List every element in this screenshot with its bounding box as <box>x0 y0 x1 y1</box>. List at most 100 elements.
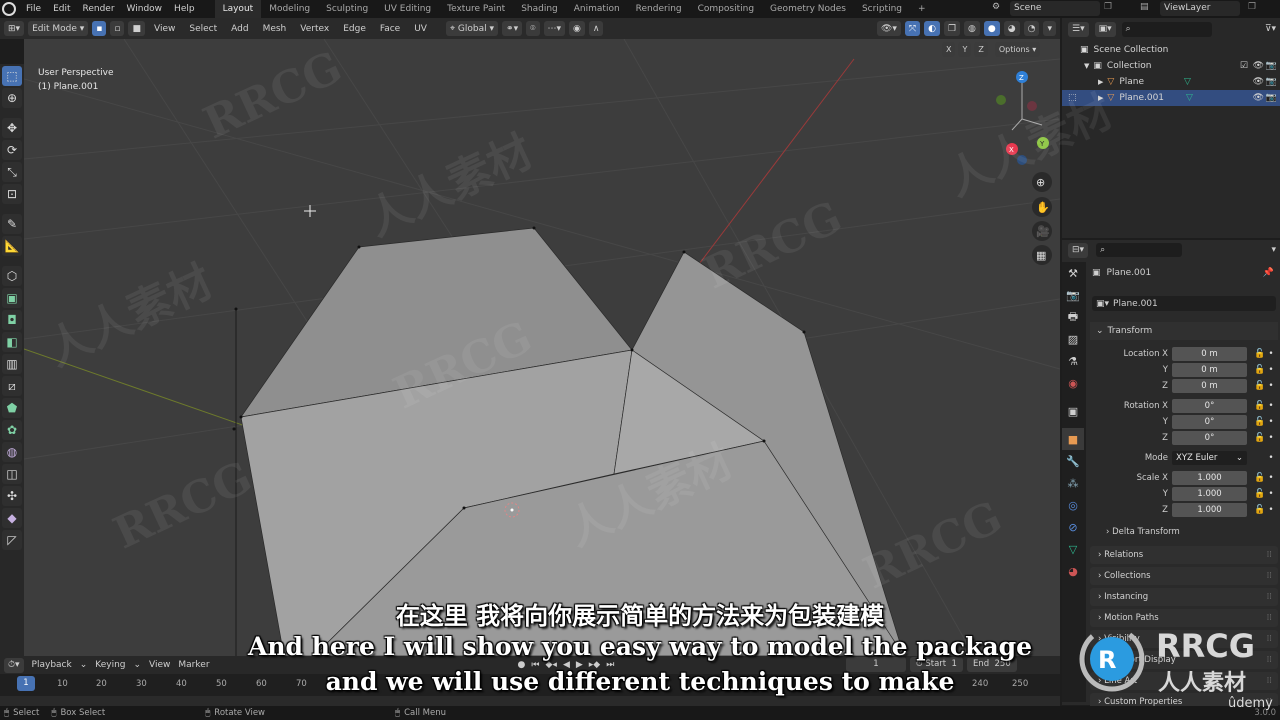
face-select-button[interactable]: ■ <box>128 21 145 36</box>
output-tab-icon[interactable]: 🖶 <box>1062 306 1084 328</box>
outliner-collection[interactable]: ▼ ▣ Collection ☑ 👁 📷 <box>1062 58 1280 74</box>
panel-relations[interactable]: › Relations ⁞⁞ <box>1090 546 1278 564</box>
keyframe-dot-icon[interactable]: • <box>1267 489 1275 499</box>
cursor-tool-icon[interactable]: ⊕ <box>2 88 22 108</box>
move-tool-icon[interactable]: ✥ <box>2 118 22 138</box>
tab-rendering[interactable]: Rendering <box>628 0 690 18</box>
scale-tool-icon[interactable]: ⤡ <box>2 162 22 182</box>
location-x-field[interactable]: 0 m <box>1172 346 1247 361</box>
edge-select-button[interactable]: ▫ <box>110 21 125 36</box>
keyframe-dot-icon[interactable]: • <box>1267 505 1275 515</box>
gizmo-neg-z-icon[interactable] <box>1017 155 1027 165</box>
expand-arrow-icon[interactable]: ▶ <box>1098 94 1103 102</box>
tab-texture-paint[interactable]: Texture Paint <box>439 0 513 18</box>
menu-file[interactable]: File <box>20 4 47 14</box>
lock-icon[interactable]: 🔓 <box>1253 489 1267 499</box>
data-tab-icon[interactable]: ▽ <box>1062 538 1084 560</box>
editor-type-button[interactable]: ⊞▾ <box>4 21 25 36</box>
scene-icon[interactable]: ⚙ <box>992 2 1000 12</box>
copy-viewlayer-icon[interactable]: ❐ <box>1248 2 1256 12</box>
keyframe-dot-icon[interactable]: • <box>1267 381 1275 391</box>
keyframe-dot-icon[interactable]: • <box>1267 473 1275 483</box>
shear-tool-icon[interactable]: ◆ <box>2 508 22 528</box>
keyframe-dot-icon[interactable]: • <box>1267 349 1275 359</box>
outliner-item-plane[interactable]: ▶ ▽ Plane ▽ 👁 📷 <box>1062 74 1280 90</box>
wireframe-shading-button[interactable]: ◍ <box>964 21 980 36</box>
tab-sculpting[interactable]: Sculpting <box>318 0 376 18</box>
menu-select[interactable]: Select <box>184 24 222 34</box>
proportional-falloff-selector[interactable]: ∧ <box>588 21 604 36</box>
rotation-z-field[interactable]: 0° <box>1172 430 1247 445</box>
pivot-selector[interactable]: ⚭▾ <box>502 21 523 36</box>
menu-window[interactable]: Window <box>121 4 169 14</box>
mesh-data-icon[interactable]: ▽ <box>1184 77 1191 87</box>
rip-tool-icon[interactable]: ◸ <box>2 530 22 550</box>
scale-z-field[interactable]: 1.000 <box>1172 502 1247 517</box>
material-tab-icon[interactable]: ◕ <box>1062 560 1084 582</box>
navigation-gizmo[interactable]: Z Y X <box>996 71 1049 165</box>
solid-shading-button[interactable]: ● <box>983 21 1000 36</box>
vertex-select-button[interactable]: ▪ <box>92 21 107 36</box>
menu-uv[interactable]: UV <box>409 24 432 34</box>
extrude-tool-icon[interactable]: ▣ <box>2 288 22 308</box>
menu-edge[interactable]: Edge <box>338 24 371 34</box>
lock-icon[interactable]: 🔓 <box>1253 473 1267 483</box>
scene-selector[interactable]: Scene <box>1010 1 1100 16</box>
location-z-field[interactable]: 0 m <box>1172 378 1247 393</box>
knife-tool-icon[interactable]: ⧄ <box>2 376 22 396</box>
smooth-tool-icon[interactable]: ◍ <box>2 442 22 462</box>
pin-icon[interactable]: 📌 <box>1263 268 1274 278</box>
object-datablock-field[interactable]: ▣▾ Plane.001 <box>1092 296 1276 311</box>
mirror-z-toggle[interactable]: Z <box>974 42 988 57</box>
world-tab-icon[interactable]: ◉ <box>1062 372 1084 394</box>
material-shading-button[interactable]: ◕ <box>1003 21 1020 36</box>
lock-icon[interactable]: 🔓 <box>1253 417 1267 427</box>
expand-arrow-icon[interactable]: ▼ <box>1084 62 1089 70</box>
tool-tab-icon[interactable]: ⚒ <box>1062 262 1084 284</box>
menu-view[interactable]: View <box>149 24 180 34</box>
constraints-tab-icon[interactable]: ⊘ <box>1062 516 1084 538</box>
keyframe-dot-icon[interactable]: • <box>1267 365 1275 375</box>
outliner-filter-view-button[interactable]: ▣▾ <box>1094 21 1116 37</box>
keyframe-dot-icon[interactable]: • <box>1267 453 1275 463</box>
drag-grip-icon[interactable]: ⁞⁞ <box>1267 571 1272 581</box>
rotate-tool-icon[interactable]: ⟳ <box>2 140 22 160</box>
render-camera-icon[interactable]: 📷 <box>1266 77 1277 87</box>
loop-cut-tool-icon[interactable]: ▥ <box>2 354 22 374</box>
overlay-toggle[interactable]: ◐ <box>924 21 940 36</box>
tab-compositing[interactable]: Compositing <box>690 0 762 18</box>
properties-editor-type-button[interactable]: ⊟▾ <box>1068 242 1089 258</box>
view-layer-tab-icon[interactable]: ▨ <box>1062 328 1084 350</box>
edge-slide-tool-icon[interactable]: ◫ <box>2 464 22 484</box>
scene-tab-icon[interactable]: ⚗ <box>1062 350 1084 372</box>
rotation-x-field[interactable]: 0° <box>1172 398 1247 413</box>
add-workspace-button[interactable]: + <box>910 0 934 18</box>
menu-render[interactable]: Render <box>77 4 121 14</box>
drag-grip-icon[interactable]: ⁞⁞ <box>1267 550 1272 560</box>
shading-options-button[interactable]: ▾ <box>1043 21 1056 36</box>
render-tab-icon[interactable]: 📷 <box>1062 284 1084 306</box>
tab-uv-editing[interactable]: UV Editing <box>376 0 439 18</box>
rendered-shading-button[interactable]: ◔ <box>1023 21 1040 36</box>
outliner-scene-collection[interactable]: ▣ Scene Collection <box>1062 42 1280 58</box>
3d-viewport[interactable]: Z Y X ⊕ ✋ 🎥 ▦ <box>24 39 1060 656</box>
outliner-display-mode-button[interactable]: ☰▾ <box>1068 21 1089 37</box>
scale-y-field[interactable]: 1.000 <box>1172 486 1247 501</box>
physics-tab-icon[interactable]: ◎ <box>1062 494 1084 516</box>
mesh-data-icon[interactable]: ▽ <box>1186 93 1193 103</box>
menu-vertex[interactable]: Vertex <box>295 24 334 34</box>
tab-modeling[interactable]: Modeling <box>261 0 318 18</box>
location-y-field[interactable]: 0 m <box>1172 362 1247 377</box>
transform-panel-header[interactable]: ⌄ Transform <box>1090 322 1278 340</box>
viewlayer-icon[interactable]: ▤ <box>1140 2 1149 12</box>
expand-arrow-icon[interactable]: ▶ <box>1098 78 1103 86</box>
render-camera-icon[interactable]: 📷 <box>1266 93 1277 103</box>
mirror-y-toggle[interactable]: Y <box>958 42 972 57</box>
annotate-tool-icon[interactable]: ✎ <box>2 214 22 234</box>
properties-search-input[interactable]: ⌕ <box>1096 243 1183 257</box>
modifier-tab-icon[interactable]: 🔧 <box>1062 450 1084 472</box>
measure-tool-icon[interactable]: 📐 <box>2 236 22 256</box>
rotation-mode-select[interactable]: XYZ Euler ⌄ <box>1172 450 1247 465</box>
tab-scripting[interactable]: Scripting <box>854 0 910 18</box>
visibility-selector[interactable]: 👁▾ <box>876 21 901 36</box>
